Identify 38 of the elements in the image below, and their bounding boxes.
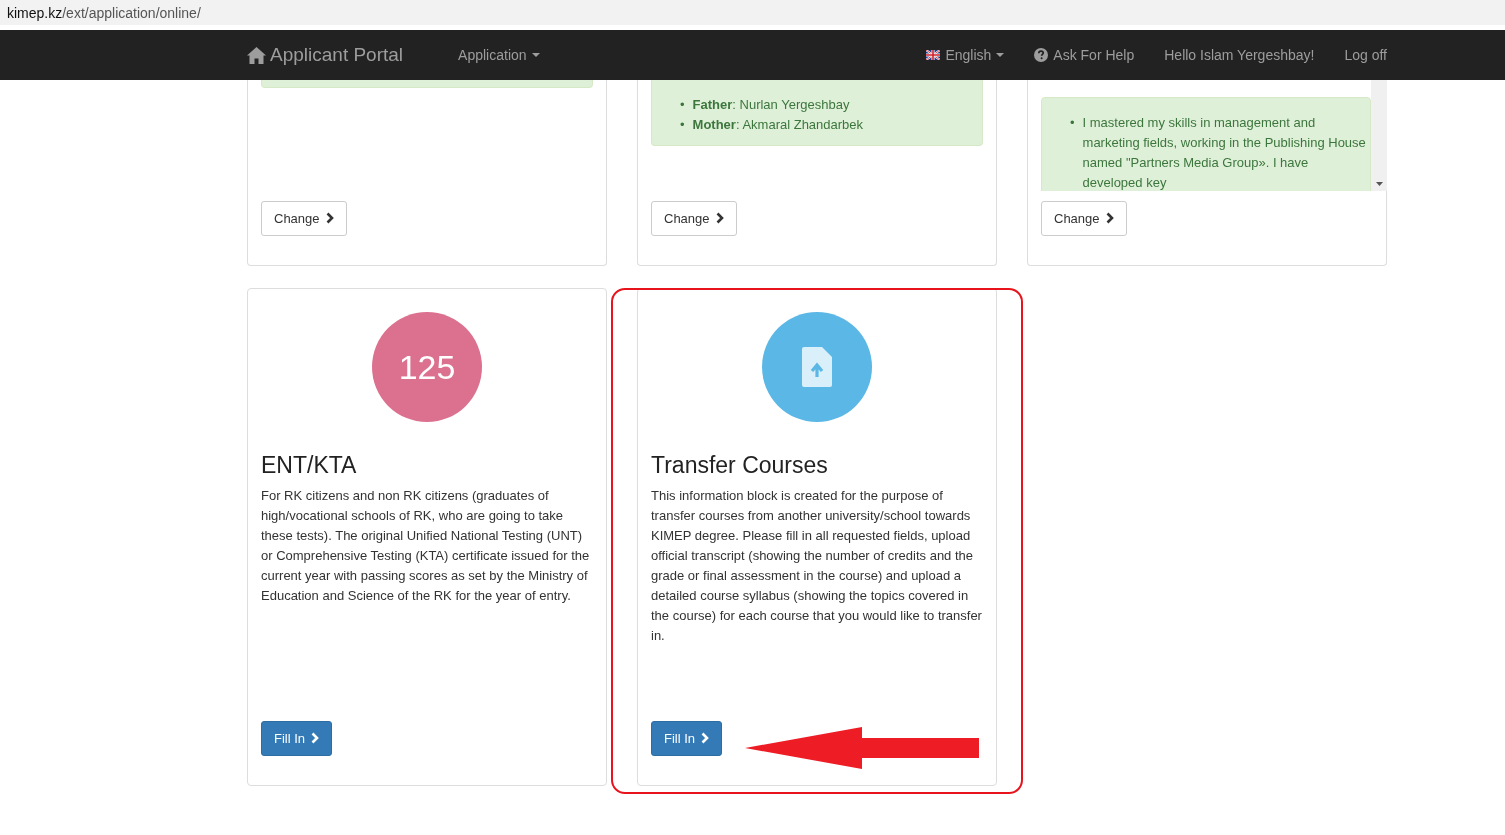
logoff-link[interactable]: Log off — [1329, 44, 1402, 66]
bullet-marker: • — [680, 96, 685, 114]
address-bar[interactable]: kimep.kz/ext/application/online/ — [0, 0, 1505, 25]
change-button[interactable]: Change — [1041, 200, 1127, 236]
language-menu[interactable]: English — [911, 44, 1020, 66]
chevron-right-icon — [1105, 212, 1114, 225]
scrollbar[interactable] — [1371, 80, 1387, 191]
chevron-right-icon — [701, 732, 710, 745]
bullet-marker: • — [680, 116, 685, 134]
change-button[interactable]: Change — [651, 200, 737, 236]
change-button[interactable]: Change — [261, 200, 347, 236]
list-item: I mastered my skills in management and marketing fields, working in the Publishing House named "Partners Media Group». I have developed key — [1082, 114, 1367, 191]
url-host: kimep.kz — [7, 5, 63, 21]
fill-in-button[interactable]: Fill In — [651, 720, 723, 756]
card-title: ENT/KTA — [261, 452, 358, 480]
chevron-right-icon — [715, 212, 724, 225]
list-item: Father: Nurlan Yergeshbay — [692, 96, 850, 114]
application-menu[interactable]: Application — [443, 44, 555, 66]
brand-link[interactable]: Applicant Portal — [232, 40, 419, 70]
help-link[interactable]: Ask For Help — [1019, 44, 1150, 66]
home-icon — [247, 46, 266, 64]
list-item: Mother: Akmaral Zhandarbek — [692, 116, 864, 134]
greeting-link[interactable]: Hello Islam Yergeshbay! — [1149, 44, 1330, 66]
help-icon — [1034, 48, 1049, 62]
chevron-right-icon — [325, 212, 334, 225]
caret-icon — [531, 53, 540, 57]
caret-icon — [996, 53, 1005, 57]
fill-in-button[interactable]: Fill In — [261, 720, 333, 756]
chevron-right-icon — [311, 732, 320, 745]
flag-icon — [926, 50, 941, 60]
bullet-marker: • — [1070, 114, 1075, 132]
card-description: This information block is created for the purpose of transfer courses from another university/school towards KIMEP degree. Please fill in all requested fields, upload official transcript (showing the number of credits and the grade or final assessment in the course) and upload a detailed course syllabus (showing the topics covered in the course) for each course that you would like to transfer in. — [651, 486, 983, 645]
card-title: Transfer Courses — [651, 452, 829, 480]
url-path: /ext/application/online/ — [62, 5, 201, 21]
card-description: For RK citizens and non RK citizens (graduates of high/vocational schools of RK, who are going to take these tests). The original Unified National Testing (UNT) or Comprehensive Testing (KTA) certificate issued for the current year with passing scores as set by the Ministry of Education and Science of the RK for the year of entry. — [261, 486, 591, 605]
score-number: 125 — [398, 346, 456, 388]
scroll-down-icon — [1375, 182, 1383, 186]
file-upload-icon — [802, 347, 832, 387]
